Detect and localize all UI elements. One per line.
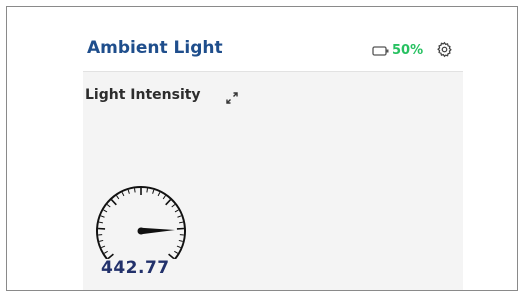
- battery-status: 50%: [372, 43, 423, 58]
- gauge-tick: [176, 245, 181, 249]
- gauge-needle: [140, 227, 175, 235]
- screenshot-frame: Ambient Light 50% Light Intensity 442.77: [6, 6, 518, 291]
- widget-title: Light Intensity: [85, 87, 201, 103]
- page-title: Ambient Light: [87, 38, 223, 58]
- expand-icon[interactable]: [224, 90, 240, 106]
- gauge-tick: [152, 189, 155, 194]
- gauge-tick: [103, 209, 108, 213]
- gauge-tick: [121, 192, 125, 197]
- gauge-value: 442.77: [101, 258, 170, 278]
- sensor-card: Ambient Light 50% Light Intensity 442.77: [83, 29, 463, 290]
- battery-icon: [372, 45, 389, 56]
- gauge-tick: [99, 239, 104, 242]
- gauge-tick: [116, 195, 120, 200]
- gauge-tick: [100, 215, 105, 218]
- battery-level: 50%: [392, 43, 424, 58]
- card-header: Ambient Light 50%: [83, 29, 463, 72]
- gauge-tick: [104, 250, 108, 254]
- light-gauge: [96, 186, 186, 259]
- gauge-tick: [106, 204, 111, 208]
- gauge-tick: [174, 250, 178, 254]
- gauge-tick: [134, 188, 136, 193]
- gauge-tick: [157, 192, 161, 197]
- gauge-tick: [171, 204, 176, 208]
- gauge-hub: [137, 227, 145, 235]
- gauge-arc: [96, 186, 186, 259]
- gauge-tick: [179, 221, 184, 224]
- gauge-tick: [146, 188, 148, 193]
- gauge-tick: [174, 209, 179, 213]
- gauge-tick: [110, 199, 117, 206]
- gear-icon[interactable]: [436, 41, 453, 58]
- gauge-tick: [177, 215, 182, 218]
- gauge-tick: [162, 195, 166, 200]
- gauge-tick: [165, 199, 172, 206]
- gauge-tick: [127, 189, 130, 194]
- gauge-tick: [101, 245, 106, 249]
- gauge-tick: [98, 221, 103, 224]
- gauge-tick: [178, 239, 183, 242]
